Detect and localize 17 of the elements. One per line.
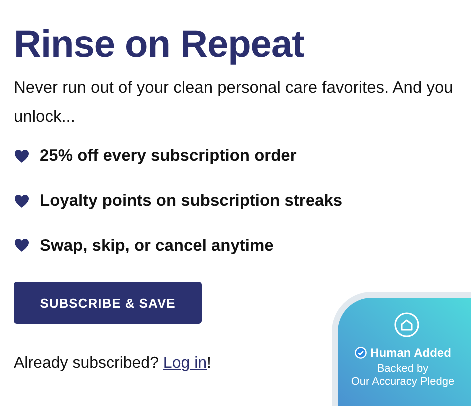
exclamation-text: ! xyxy=(207,355,212,372)
benefit-text: 25% off every subscription order xyxy=(40,146,297,167)
benefit-text: Swap, skip, or cancel anytime xyxy=(40,236,274,256)
subscribe-button[interactable]: SUBSCRIBE & SAVE xyxy=(14,282,202,324)
badge-title: Human Added xyxy=(370,345,452,362)
page-heading: Rinse on Repeat xyxy=(14,23,306,68)
badge-subtitle: Backed by xyxy=(377,363,429,376)
heart-icon xyxy=(14,238,30,254)
login-link[interactable]: Log in xyxy=(163,355,208,372)
badge-subtitle: Our Accuracy Pledge xyxy=(351,376,455,389)
intro-paragraph: Never run out of your clean personal care favorites. And you unlock... xyxy=(14,78,454,128)
check-icon xyxy=(354,347,367,359)
heart-icon xyxy=(14,148,30,164)
benefit-text: Loyalty points on subscription streaks xyxy=(40,190,343,212)
login-prompt: Already subscribed? xyxy=(14,355,159,372)
heart-icon xyxy=(14,194,30,209)
house-icon xyxy=(394,312,420,338)
